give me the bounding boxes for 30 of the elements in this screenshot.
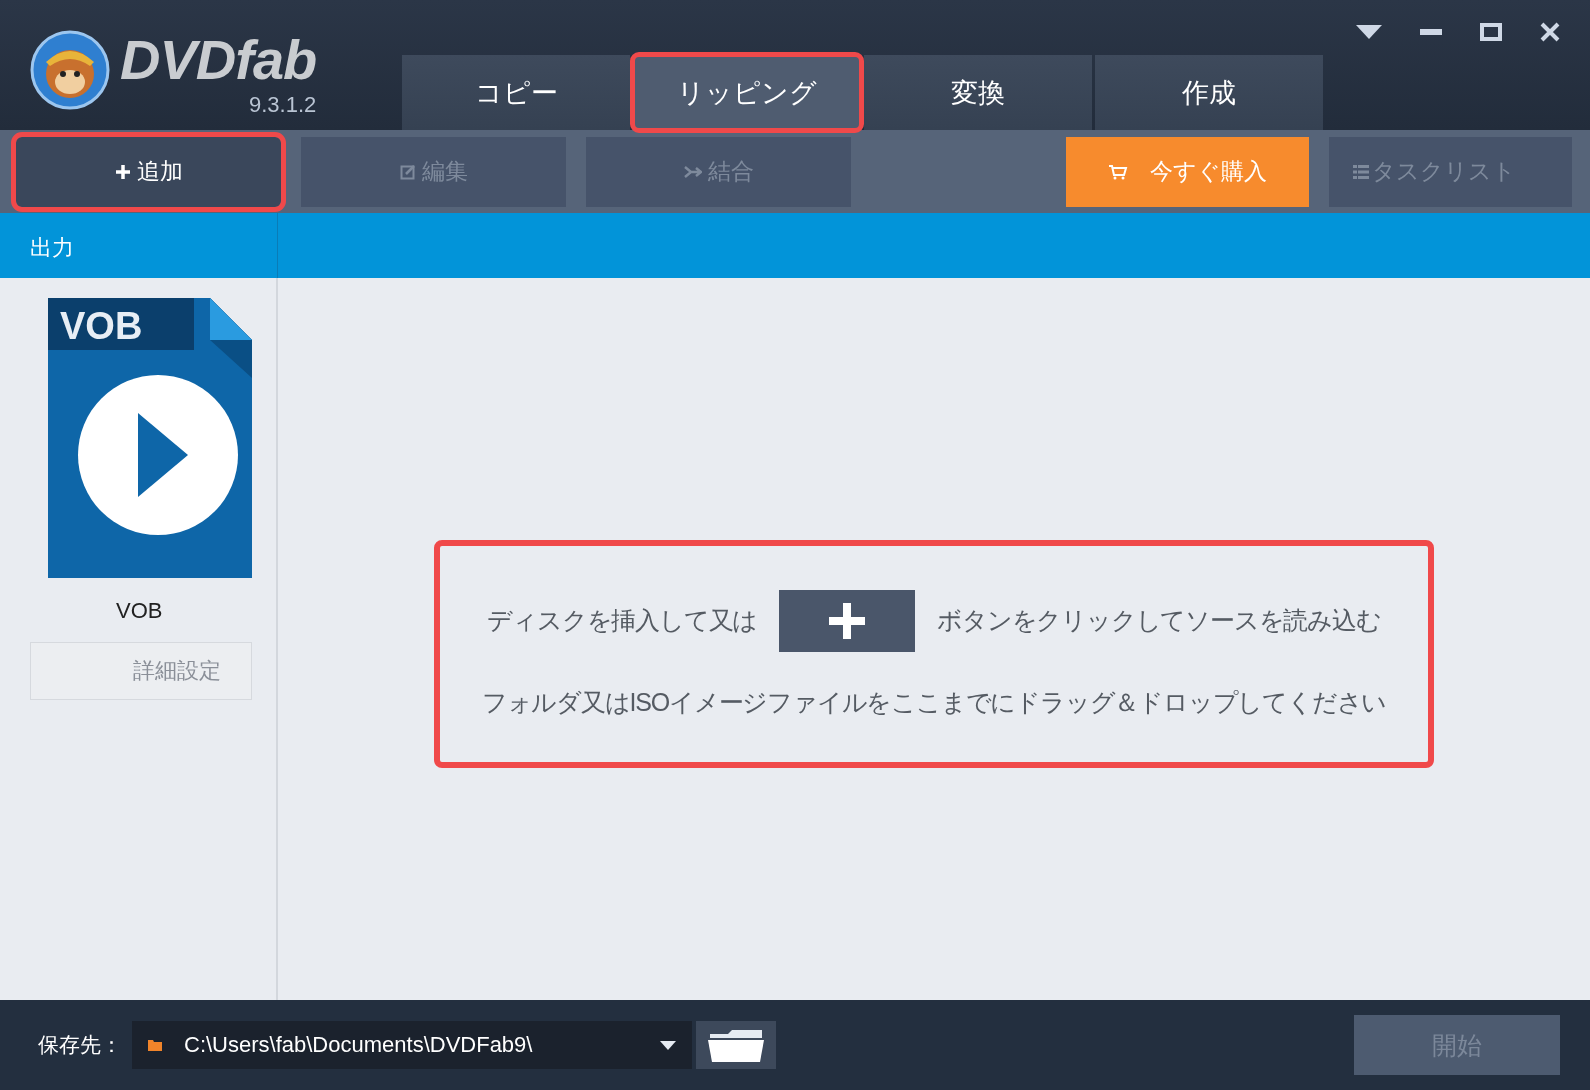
browse-folder-button[interactable] (696, 1021, 776, 1069)
plus-icon (114, 163, 131, 180)
instruction-text: ディスクを挿入して又は (487, 605, 758, 636)
save-path-dropdown[interactable]: C:\Users\fab\Documents\DVDFab9\ (132, 1021, 692, 1069)
folder-icon (708, 1028, 764, 1062)
mode-tab[interactable]: コピー (402, 55, 630, 130)
close-icon[interactable] (1540, 22, 1560, 42)
instruction-text: フォルダ又はISOイメージファイルをここまでにドラッグ＆ドロップしてください (481, 686, 1387, 718)
edit-icon (399, 163, 416, 180)
plus-icon (829, 602, 866, 639)
merge-arrow-icon (683, 164, 702, 179)
monkey-logo-icon (30, 30, 110, 110)
add-source-button[interactable] (779, 589, 916, 652)
caret-icon (660, 1040, 676, 1050)
dropdown-icon[interactable] (1356, 25, 1382, 39)
maximize-icon[interactable] (1480, 23, 1502, 41)
instruction-text: ボタンをクリックしてソースを読み込む (937, 605, 1381, 636)
vob-file-icon[interactable]: VOB (48, 298, 252, 578)
list-icon (1353, 164, 1369, 179)
folder-icon (148, 1039, 162, 1051)
mode-tab[interactable]: 作成 (1095, 55, 1323, 130)
output-label: 出力 (0, 213, 278, 278)
mode-tab[interactable]: 変換 (864, 55, 1092, 130)
cart-icon (1108, 163, 1128, 180)
app-logo-text: DVDfab (120, 30, 317, 90)
save-location-label: 保存先： (38, 1032, 122, 1058)
version-label: 9.3.1.2 (248, 92, 317, 118)
mode-tab[interactable]: リッピング (633, 55, 861, 130)
drop-zone[interactable]: ディスクを挿入して又は ボタンをクリックしてソースを読み込む フォルダ又はISOイメージファイルをここまでにドラッグ＆ドロップしてください (434, 540, 1434, 768)
profile-name: VOB (116, 598, 163, 624)
